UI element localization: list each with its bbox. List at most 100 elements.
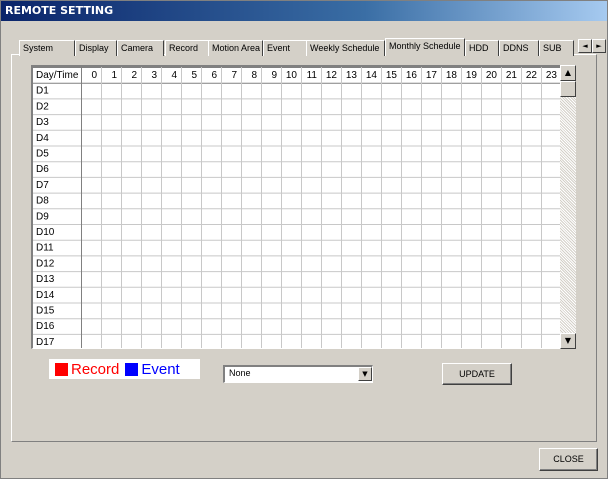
schedule-cell[interactable] — [502, 194, 521, 209]
schedule-cell[interactable] — [162, 162, 181, 177]
schedule-cell[interactable] — [202, 272, 221, 287]
schedule-cell[interactable] — [382, 131, 401, 146]
schedule-cell[interactable] — [242, 304, 261, 319]
schedule-cell[interactable] — [142, 162, 161, 177]
schedule-cell[interactable] — [282, 162, 301, 177]
schedule-cell[interactable] — [262, 99, 281, 114]
schedule-cell[interactable] — [482, 225, 501, 240]
schedule-cell[interactable] — [122, 99, 141, 114]
schedule-cell[interactable] — [362, 162, 381, 177]
schedule-cell[interactable] — [142, 241, 161, 256]
schedule-cell[interactable] — [242, 162, 261, 177]
schedule-cell[interactable] — [102, 131, 121, 146]
schedule-cell[interactable] — [482, 147, 501, 162]
monthly-schedule-grid[interactable]: Day/Time 0 1 2 3 4 5 6 7 8 9 10 11 12 13 14 15 16 17 18 19 20… — [31, 65, 576, 349]
schedule-cell[interactable] — [542, 241, 561, 256]
schedule-cell[interactable] — [522, 162, 541, 177]
schedule-cell[interactable] — [162, 272, 181, 287]
schedule-cell[interactable] — [162, 288, 181, 303]
schedule-cell[interactable] — [242, 272, 261, 287]
schedule-cell[interactable] — [182, 209, 201, 224]
schedule-cell[interactable] — [282, 288, 301, 303]
schedule-cell[interactable] — [182, 131, 201, 146]
schedule-cell[interactable] — [142, 194, 161, 209]
vertical-scrollbar[interactable]: ▲ ▼ — [560, 65, 576, 349]
schedule-cell[interactable] — [82, 225, 101, 240]
schedule-cell[interactable] — [282, 194, 301, 209]
schedule-cell[interactable] — [242, 288, 261, 303]
tab-monthly-schedule[interactable]: Monthly Schedule — [385, 38, 465, 56]
schedule-cell[interactable] — [402, 131, 421, 146]
schedule-cell[interactable] — [462, 319, 481, 334]
schedule-cell[interactable] — [402, 256, 421, 271]
schedule-cell[interactable] — [322, 194, 341, 209]
schedule-cell[interactable] — [322, 225, 341, 240]
schedule-cell[interactable] — [362, 115, 381, 130]
schedule-cell[interactable] — [182, 288, 201, 303]
schedule-cell[interactable] — [342, 99, 361, 114]
schedule-cell[interactable] — [282, 272, 301, 287]
schedule-cell[interactable] — [342, 225, 361, 240]
schedule-cell[interactable] — [202, 84, 221, 99]
schedule-cell[interactable] — [402, 147, 421, 162]
schedule-cell[interactable] — [262, 147, 281, 162]
schedule-cell[interactable] — [542, 335, 561, 349]
schedule-cell[interactable] — [462, 288, 481, 303]
schedule-cell[interactable] — [302, 256, 321, 271]
schedule-cell[interactable] — [222, 178, 241, 193]
schedule-cell[interactable] — [542, 256, 561, 271]
schedule-cell[interactable] — [462, 99, 481, 114]
schedule-cell[interactable] — [302, 178, 321, 193]
schedule-cell[interactable] — [462, 178, 481, 193]
schedule-cell[interactable] — [282, 209, 301, 224]
schedule-cell[interactable] — [82, 115, 101, 130]
title-bar[interactable]: REMOTE SETTING — [1, 1, 607, 21]
schedule-cell[interactable] — [142, 272, 161, 287]
schedule-cell[interactable] — [382, 147, 401, 162]
schedule-cell[interactable] — [202, 335, 221, 349]
tab-weekly-schedule[interactable]: Weekly Schedule — [306, 40, 385, 56]
schedule-cell[interactable] — [242, 319, 261, 334]
schedule-cell[interactable] — [442, 84, 461, 99]
schedule-cell[interactable] — [142, 256, 161, 271]
schedule-cell[interactable] — [122, 84, 141, 99]
schedule-cell[interactable] — [402, 99, 421, 114]
schedule-cell[interactable] — [322, 115, 341, 130]
schedule-cell[interactable] — [482, 304, 501, 319]
schedule-cell[interactable] — [462, 115, 481, 130]
schedule-cell[interactable] — [422, 115, 441, 130]
schedule-cell[interactable] — [482, 209, 501, 224]
schedule-cell[interactable] — [82, 304, 101, 319]
schedule-cell[interactable] — [82, 194, 101, 209]
schedule-cell[interactable] — [422, 272, 441, 287]
schedule-cell[interactable] — [162, 241, 181, 256]
schedule-cell[interactable] — [542, 99, 561, 114]
schedule-cell[interactable] — [182, 194, 201, 209]
schedule-cell[interactable] — [142, 178, 161, 193]
schedule-cell[interactable] — [462, 241, 481, 256]
schedule-cell[interactable] — [502, 288, 521, 303]
schedule-cell[interactable] — [442, 272, 461, 287]
schedule-cell[interactable] — [142, 147, 161, 162]
schedule-cell[interactable] — [402, 178, 421, 193]
schedule-cell[interactable] — [382, 115, 401, 130]
schedule-cell[interactable] — [362, 288, 381, 303]
schedule-cell[interactable] — [222, 335, 241, 349]
schedule-cell[interactable] — [362, 272, 381, 287]
schedule-cell[interactable] — [202, 147, 221, 162]
schedule-cell[interactable] — [322, 131, 341, 146]
schedule-cell[interactable] — [222, 147, 241, 162]
schedule-cell[interactable] — [82, 256, 101, 271]
schedule-cell[interactable] — [482, 272, 501, 287]
schedule-cell[interactable] — [402, 241, 421, 256]
schedule-cell[interactable] — [262, 178, 281, 193]
schedule-cell[interactable] — [322, 84, 341, 99]
schedule-cell[interactable] — [542, 162, 561, 177]
schedule-cell[interactable] — [142, 319, 161, 334]
schedule-cell[interactable] — [182, 241, 201, 256]
schedule-cell[interactable] — [282, 84, 301, 99]
schedule-cell[interactable] — [342, 241, 361, 256]
schedule-cell[interactable] — [122, 225, 141, 240]
schedule-cell[interactable] — [202, 304, 221, 319]
schedule-cell[interactable] — [502, 335, 521, 349]
